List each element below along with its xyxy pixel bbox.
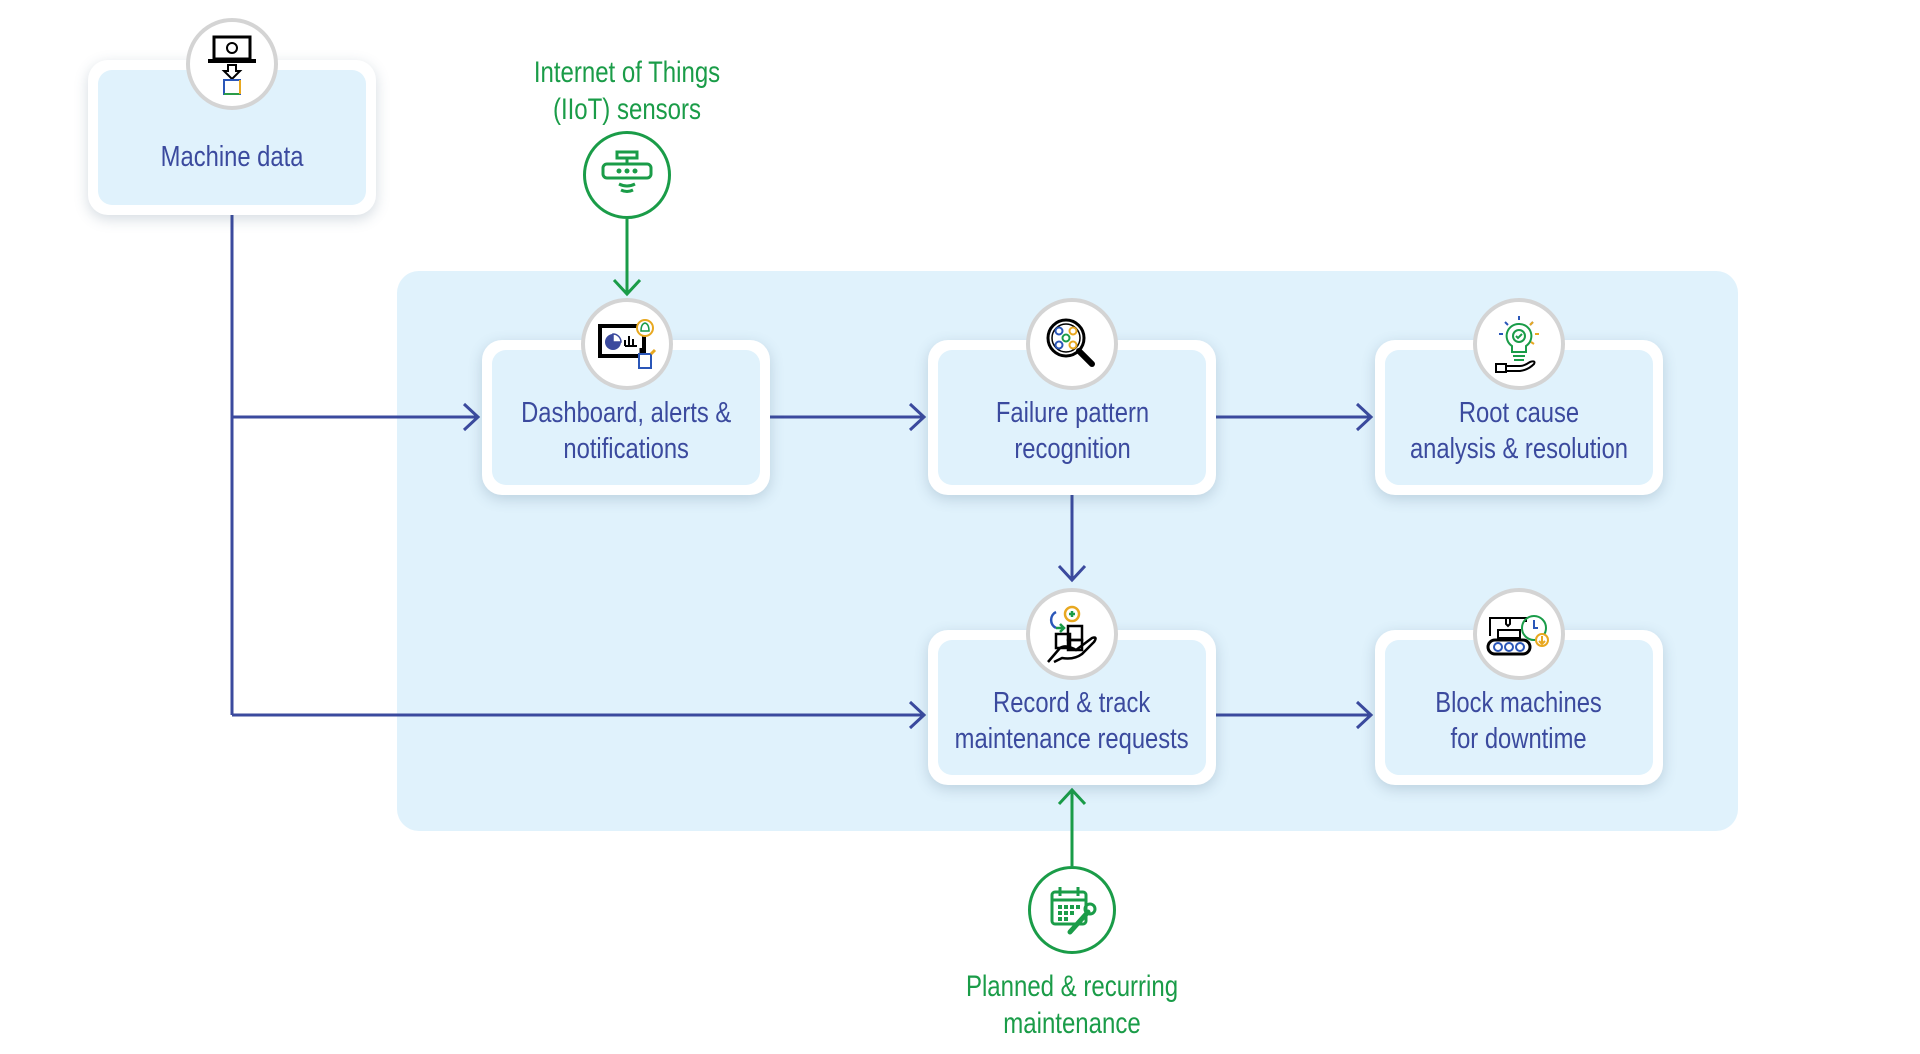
planned-label-line1: Planned & recurring	[965, 970, 1179, 1003]
machine-clock-icon	[1473, 588, 1565, 680]
step-label-line2: for downtime	[1450, 723, 1588, 755]
step-label: Root cause analysis & resolution	[1410, 395, 1628, 467]
step-label-line1: Root cause	[1458, 397, 1580, 429]
laptop-to-spreadsheet-icon	[186, 18, 278, 110]
step-label-line1: Failure pattern	[995, 397, 1149, 429]
step-label: Record & track maintenance requests	[955, 685, 1189, 757]
magnifier-pattern-icon	[1026, 298, 1118, 390]
step-label: Block machines for downtime	[1436, 685, 1603, 757]
planned-label-line2: maintenance	[1003, 1007, 1141, 1040]
dashboard-alert-icon	[581, 298, 673, 390]
iiot-label-line1: Internet of Things	[533, 56, 721, 89]
step-label-line2: recognition	[1013, 433, 1131, 465]
lightbulb-gear-hand-icon	[1473, 298, 1565, 390]
hand-boxes-gear-icon	[1026, 588, 1118, 680]
sensor-icon	[583, 131, 671, 219]
step-label-line1: Dashboard, alerts &	[520, 397, 732, 429]
step-label-line2: maintenance requests	[955, 723, 1189, 755]
step-label-line1: Record & track	[993, 687, 1151, 719]
step-label-line1: Block machines	[1435, 687, 1603, 719]
step-label-line2: analysis & resolution	[1409, 433, 1629, 465]
iiot-label-line2: (IIoT) sensors	[552, 93, 702, 126]
step-label: Dashboard, alerts & notifications	[521, 395, 731, 467]
planned-maintenance-label: Planned & recurring maintenance	[952, 968, 1192, 1042]
machine-data-label: Machine data	[160, 140, 304, 173]
step-label: Failure pattern recognition	[995, 395, 1148, 467]
calendar-wrench-icon	[1028, 866, 1116, 954]
step-label-line2: notifications	[563, 433, 689, 465]
iiot-sensors-label: Internet of Things (IIoT) sensors	[507, 54, 747, 128]
